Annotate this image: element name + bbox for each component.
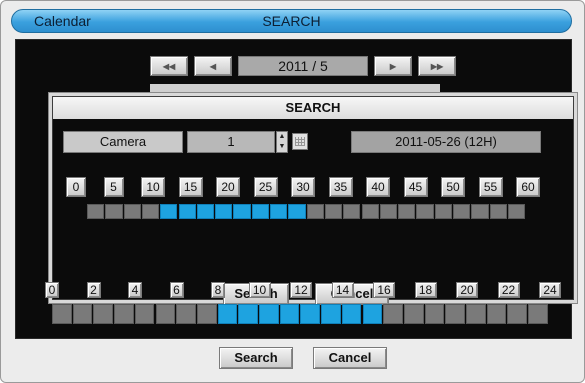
hour-label: 18: [414, 282, 437, 298]
hour-segment[interactable]: [507, 304, 528, 324]
hour-label: 16: [373, 282, 395, 298]
minute-segment[interactable]: [453, 204, 471, 219]
spin-down-icon[interactable]: ▼: [277, 142, 287, 152]
hour-segment[interactable]: [217, 304, 238, 324]
hour-label: 4: [128, 282, 142, 298]
camera-select[interactable]: Camera: [63, 131, 183, 153]
minute-label: 50: [441, 177, 465, 197]
minute-segment[interactable]: [434, 204, 452, 219]
hour-segment[interactable]: [383, 304, 403, 324]
fast-forward-icon: ▶▶: [430, 62, 444, 71]
hour-segment[interactable]: [341, 304, 362, 324]
minute-segment[interactable]: [105, 204, 123, 219]
hour-label: 22: [497, 282, 520, 298]
hour-segment[interactable]: [114, 304, 134, 324]
minute-segment[interactable]: [471, 204, 489, 219]
minute-segment[interactable]: [416, 204, 434, 219]
hour-segment[interactable]: [466, 304, 486, 324]
hour-segment[interactable]: [93, 304, 114, 324]
minute-segment[interactable]: [141, 204, 160, 219]
channel-spinner[interactable]: ▲ ▼: [276, 131, 288, 153]
year-month-display: 2011 / 5: [238, 56, 368, 76]
minute-label: 20: [216, 177, 240, 197]
minute-segment[interactable]: [270, 204, 288, 219]
hour-segment[interactable]: [486, 304, 507, 324]
hour-segment[interactable]: [259, 304, 279, 324]
minute-segment[interactable]: [178, 204, 196, 219]
first-month-button[interactable]: ◀◀: [150, 56, 188, 76]
date-display: 2011-05-26 (12H): [351, 131, 541, 153]
hour-label: 6: [169, 282, 184, 298]
minute-segment[interactable]: [379, 204, 398, 219]
hour-label: 12: [290, 282, 312, 298]
minute-label: 55: [478, 177, 503, 197]
hour-segment[interactable]: [72, 304, 93, 324]
hour-label: 14: [331, 282, 354, 298]
minute-label: 60: [516, 177, 540, 197]
cancel-button[interactable]: Cancel: [313, 347, 387, 369]
last-month-button[interactable]: ▶▶: [418, 56, 456, 76]
minute-segment[interactable]: [306, 204, 324, 219]
minute-label: 0: [66, 177, 86, 197]
hour-segment[interactable]: [196, 304, 217, 324]
next-month-button[interactable]: ▶: [374, 56, 412, 76]
hour-segment[interactable]: [176, 304, 196, 324]
hour-segment[interactable]: [403, 304, 424, 324]
hour-segment[interactable]: [238, 304, 258, 324]
title-bar: Calendar SEARCH: [11, 9, 572, 33]
minute-label: 25: [253, 177, 278, 197]
spin-up-icon[interactable]: ▲: [277, 132, 287, 142]
hour-label: 24: [539, 282, 561, 298]
prev-icon: ◀: [209, 62, 217, 71]
minute-label: 45: [403, 177, 428, 197]
minute-segment[interactable]: [398, 204, 416, 219]
minute-segment[interactable]: [361, 204, 379, 219]
minute-label: 10: [141, 177, 165, 197]
minute-segment[interactable]: [215, 204, 233, 219]
search-dialog: SEARCH Camera 1 ▲ ▼ 2011-05-26 (12H) 051…: [52, 96, 574, 305]
hour-segment[interactable]: [321, 304, 341, 324]
hour-label: 10: [248, 282, 271, 298]
hour-segment[interactable]: [362, 304, 383, 324]
hour-label: 0: [45, 282, 59, 298]
hour-segment[interactable]: [300, 304, 321, 324]
window-heading: SEARCH: [262, 13, 321, 29]
channel-input[interactable]: 1: [187, 131, 275, 153]
calendar-icon[interactable]: [292, 133, 308, 150]
minute-segment[interactable]: [196, 204, 215, 219]
minute-label: 30: [291, 177, 315, 197]
rewind-icon: ◀◀: [162, 62, 176, 71]
weekday-header-strip: [150, 84, 440, 96]
minute-segment[interactable]: [324, 204, 343, 219]
minute-segment[interactable]: [343, 204, 361, 219]
minute-label: 5: [103, 177, 124, 197]
hour-segment[interactable]: [52, 304, 72, 324]
minute-label: 40: [366, 177, 390, 197]
minute-segment[interactable]: [87, 204, 105, 219]
minute-segment[interactable]: [489, 204, 507, 219]
hour-label: 8: [211, 282, 225, 298]
hour-segment[interactable]: [445, 304, 465, 324]
minute-segment[interactable]: [507, 204, 526, 219]
prev-month-button[interactable]: ◀: [194, 56, 232, 76]
hour-segment[interactable]: [528, 304, 548, 324]
search-window: Calendar SEARCH ◀◀ ◀ 2011 / 5 ▶ ▶▶ SEARC…: [0, 0, 585, 383]
minute-segment[interactable]: [233, 204, 251, 219]
minute-segment[interactable]: [288, 204, 306, 219]
hour-segment[interactable]: [279, 304, 300, 324]
hour-label: 20: [456, 282, 478, 298]
minute-label: 35: [328, 177, 353, 197]
hour-segment[interactable]: [424, 304, 445, 324]
minute-segment[interactable]: [160, 204, 178, 219]
hour-segment[interactable]: [134, 304, 155, 324]
hour-segment[interactable]: [155, 304, 176, 324]
search-button[interactable]: Search: [219, 347, 293, 369]
dialog-title: SEARCH: [53, 97, 573, 119]
minute-segment[interactable]: [123, 204, 141, 219]
hour-label: 2: [86, 282, 101, 298]
calendar-area: ◀◀ ◀ 2011 / 5 ▶ ▶▶ SEARCH Camera 1 ▲ ▼ 2…: [15, 39, 574, 339]
minute-label: 15: [178, 177, 203, 197]
next-icon: ▶: [389, 62, 397, 71]
minute-segment[interactable]: [251, 204, 269, 219]
